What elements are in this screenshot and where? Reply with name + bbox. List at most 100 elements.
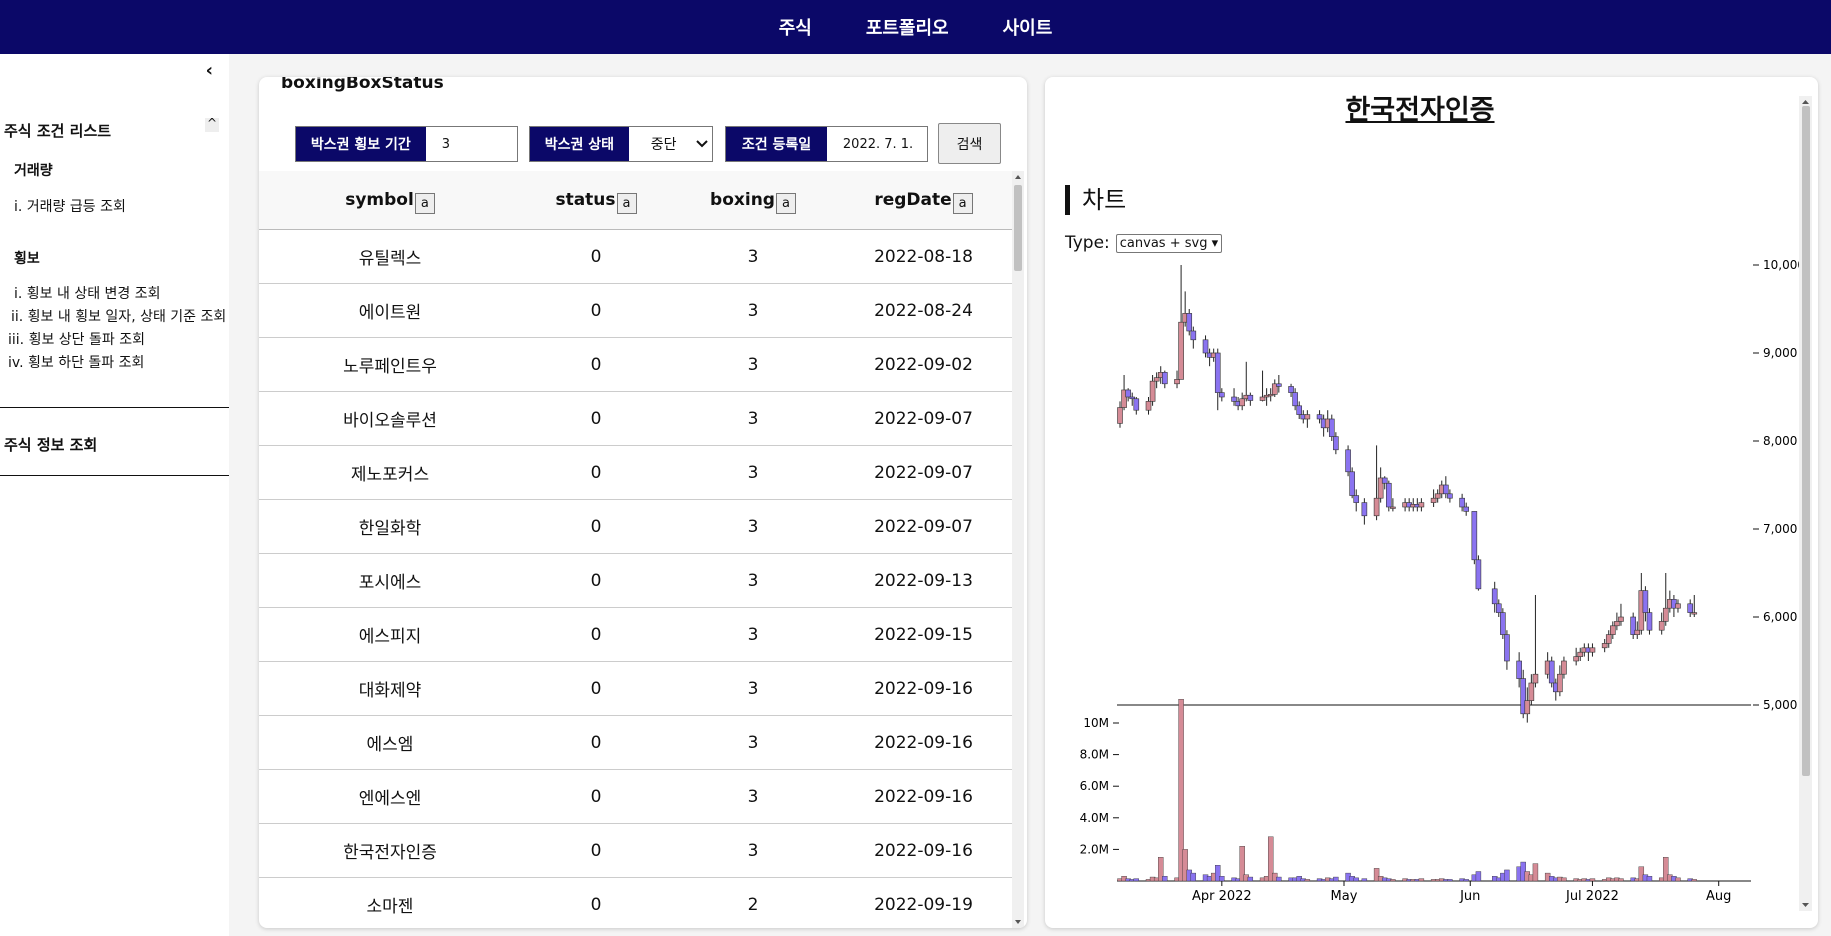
period-input[interactable]: 3 <box>425 127 517 161</box>
date-input[interactable]: 2022. 7. 1. <box>826 127 927 161</box>
cell-status: 0 <box>590 354 602 375</box>
nav-site[interactable]: 사이트 <box>1003 14 1053 40</box>
candle-body <box>1573 656 1579 662</box>
candle-body <box>1153 377 1160 382</box>
table-row[interactable]: 한국전자인증 0 3 2022-09-16 <box>259 824 1012 878</box>
cell-status: 0 <box>590 732 602 753</box>
candle-body <box>1618 616 1624 622</box>
candle-body <box>1561 660 1567 675</box>
sidebar-item-boxing-state-change[interactable]: i. 횡보 내 상태 변경 조회 <box>14 283 161 303</box>
sidebar-group-boxing: 횡보 <box>14 251 40 267</box>
search-button[interactable]: 검색 <box>938 123 1001 164</box>
table-row[interactable]: 노루페인트우 0 3 2022-09-02 <box>259 338 1012 392</box>
cell-status: 0 <box>590 894 602 915</box>
column-header-label: status <box>555 190 616 210</box>
volume-bar <box>1390 879 1396 882</box>
nav-portfolio[interactable]: 포트폴리오 <box>866 14 949 40</box>
candle-body <box>1288 386 1294 393</box>
candle-body <box>1589 647 1596 653</box>
candle-body <box>1239 398 1245 407</box>
cell-boxing: 3 <box>747 570 759 591</box>
price-tick-label: 6,000 <box>1763 610 1797 624</box>
table-row[interactable]: 엔에스엔 0 3 2022-09-16 <box>259 770 1012 824</box>
candle-body <box>1516 660 1522 679</box>
sort-button[interactable]: a <box>775 192 796 214</box>
sort-button[interactable]: a <box>616 192 637 214</box>
candle-body <box>1471 511 1478 561</box>
sidebar-item-boxing-lower-breakout[interactable]: iv. 횡보 하단 돌파 조회 <box>8 352 144 372</box>
state-select[interactable]: 중단 <box>628 127 712 161</box>
candle-body <box>1475 559 1482 590</box>
cell-regDate: 2022-09-16 <box>874 732 973 753</box>
candlestick-chart[interactable]: 10,0009,0008,0007,0006,0005,00010M8.0M6.… <box>1045 77 1805 928</box>
scroll-down-icon[interactable] <box>1799 901 1812 909</box>
scrollbar-thumb[interactable] <box>1802 106 1810 776</box>
candle-body <box>1353 495 1360 503</box>
volume-tick-label: 8.0M <box>1080 748 1109 762</box>
cell-regDate: 2022-09-07 <box>874 516 973 537</box>
panel-scrollbar[interactable] <box>1799 96 1812 911</box>
volume-bar <box>1675 877 1681 882</box>
cell-boxing: 3 <box>747 624 759 645</box>
candle-body <box>1675 603 1681 609</box>
candle-body <box>1601 643 1608 649</box>
chevron-up-icon[interactable]: ^ <box>205 117 219 132</box>
candle-body <box>1345 449 1351 473</box>
table-row[interactable]: 에스엠 0 3 2022-09-16 <box>259 716 1012 770</box>
candle-body <box>1495 603 1502 613</box>
candle-body <box>1557 673 1563 693</box>
collapse-sidebar-icon[interactable]: ‹ <box>206 60 213 81</box>
column-header-symbol: symbol a <box>259 171 521 229</box>
volume-bar <box>1561 877 1567 882</box>
table-row[interactable]: 한일화학 0 3 2022-09-07 <box>259 500 1012 554</box>
sidebar-item-boxing-upper-breakout[interactable]: iii. 횡보 상단 돌파 조회 <box>8 329 145 349</box>
sidebar-item-volume-surge[interactable]: i. 거래량 급등 조회 <box>14 196 126 216</box>
volume-bar <box>1691 879 1697 882</box>
scroll-up-icon[interactable] <box>1012 173 1024 181</box>
candle-body <box>1459 497 1465 508</box>
sort-button[interactable]: a <box>414 192 435 214</box>
table-row[interactable]: 에스피지 0 3 2022-09-15 <box>259 608 1012 662</box>
table-row[interactable]: 포시에스 0 3 2022-09-13 <box>259 554 1012 608</box>
sidebar-section-stock-conditions[interactable]: 주식 조건 리스트 <box>4 120 111 141</box>
scrollbar-thumb[interactable] <box>1014 185 1022 271</box>
candle-body <box>1259 396 1266 401</box>
candle-body <box>1316 414 1323 420</box>
cell-status: 0 <box>590 786 602 807</box>
table-row[interactable]: 대화제약 0 3 2022-09-16 <box>259 662 1012 716</box>
cell-boxing: 3 <box>747 408 759 429</box>
candle-body <box>1133 398 1140 411</box>
candle-body <box>1614 621 1620 627</box>
cell-symbol: 포시에스 <box>358 573 422 593</box>
cell-regDate: 2022-08-18 <box>874 246 973 267</box>
cell-regDate: 2022-09-16 <box>874 840 973 861</box>
table-scrollbar[interactable] <box>1012 171 1024 928</box>
candle-body <box>1381 477 1388 484</box>
table-row[interactable]: 에이트원 0 3 2022-08-24 <box>259 284 1012 338</box>
candle-body <box>1162 372 1168 385</box>
volume-bar <box>1504 869 1510 882</box>
filter-date-label: 조건 등록일 <box>726 127 827 161</box>
sidebar: ‹ 주식 조건 리스트 ^ 거래량 i. 거래량 급등 조회 횡보 i. 횡보 … <box>0 54 229 936</box>
candle-body <box>1646 612 1653 631</box>
candle-body <box>1532 673 1539 684</box>
candle-body <box>1548 660 1555 684</box>
sidebar-item-boxing-days-state[interactable]: ii. 횡보 내 횡보 일자, 상태 기준 조회 <box>11 306 226 326</box>
volume-bar <box>1333 876 1339 882</box>
table-row[interactable]: 유틸렉스 0 3 2022-08-18 <box>259 230 1012 284</box>
scroll-down-icon[interactable] <box>1012 918 1024 926</box>
sort-button[interactable]: a <box>952 192 973 214</box>
table-row[interactable]: 제노포커스 0 3 2022-09-07 <box>259 446 1012 500</box>
candle-body <box>1691 612 1698 615</box>
table-row[interactable]: 소마젠 0 2 2022-09-19 <box>259 878 1012 928</box>
candle-body <box>1178 321 1184 380</box>
scroll-up-icon[interactable] <box>1799 98 1812 106</box>
candle-body <box>1145 401 1152 411</box>
nav-stock[interactable]: 주식 <box>779 14 812 40</box>
volume-bar <box>1463 879 1469 882</box>
cell-regDate: 2022-09-07 <box>874 408 973 429</box>
sidebar-section-stock-info[interactable]: 주식 정보 조회 <box>4 434 97 455</box>
x-tick-label: Apr 2022 <box>1192 889 1252 904</box>
table-row[interactable]: 바이오솔루션 0 3 2022-09-07 <box>259 392 1012 446</box>
candle-body <box>1304 414 1311 420</box>
